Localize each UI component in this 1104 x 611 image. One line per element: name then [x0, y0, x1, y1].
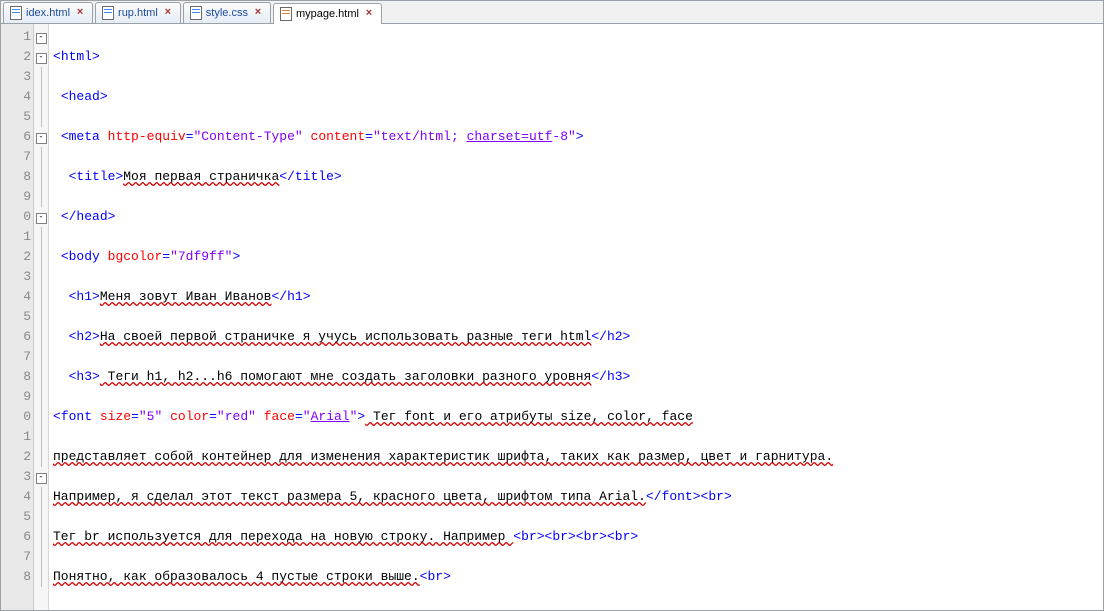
tab-label: rup.html [118, 7, 158, 19]
tab-label: mypage.html [296, 8, 359, 20]
line-number: 1 [1, 27, 31, 47]
code-line: </head> [53, 207, 1103, 227]
tab-label: idex.html [26, 7, 70, 19]
code-area[interactable]: <html> <head> <meta http-equiv="Content-… [49, 24, 1103, 610]
line-number: 2 [1, 47, 31, 67]
code-line: <html> [53, 47, 1103, 67]
tab-bar: idex.html × rup.html × style.css × mypag… [1, 1, 1103, 24]
tab-idex[interactable]: idex.html × [3, 2, 93, 23]
fold-toggle-icon[interactable]: - [36, 53, 47, 64]
fold-toggle-icon[interactable]: - [36, 33, 47, 44]
code-line: Понятно, как образовалось 4 пустые строк… [53, 567, 1103, 587]
tab-mypage[interactable]: mypage.html × [273, 3, 382, 24]
tab-label: style.css [206, 7, 248, 19]
tab-style[interactable]: style.css × [183, 2, 271, 23]
fold-toggle-icon[interactable]: - [36, 473, 47, 484]
code-line: Например, я сделал этот текст размера 5,… [53, 487, 1103, 507]
line-number: 8 [1, 567, 31, 587]
line-number: 4 [1, 287, 31, 307]
line-number: 7 [1, 547, 31, 567]
code-line: <font size="4" color="green" face="Times… [53, 607, 1103, 610]
file-icon [102, 6, 114, 20]
code-line: <head> [53, 87, 1103, 107]
close-icon[interactable]: × [74, 7, 86, 19]
code-line: <h2>На своей первой страничке я учусь ис… [53, 327, 1103, 347]
line-number: 0 [1, 207, 31, 227]
line-number: 6 [1, 127, 31, 147]
code-line: Тег br используется для перехода на нову… [53, 527, 1103, 547]
code-line: <title>Моя первая страничка</title> [53, 167, 1103, 187]
line-number: 9 [1, 187, 31, 207]
line-number: 1 [1, 227, 31, 247]
code-line: <meta http-equiv="Content-Type" content=… [53, 127, 1103, 147]
line-number: 7 [1, 347, 31, 367]
close-icon[interactable]: × [162, 7, 174, 19]
line-number-gutter: 1234567890123456789012345678 [1, 24, 34, 610]
code-line: <body bgcolor="7df9ff"> [53, 247, 1103, 267]
code-line: <h1>Меня зовут Иван Иванов</h1> [53, 287, 1103, 307]
line-number: 3 [1, 467, 31, 487]
file-icon [10, 6, 22, 20]
line-number: 9 [1, 387, 31, 407]
code-line: <h3> Теги h1, h2...h6 помогают мне созда… [53, 367, 1103, 387]
line-number: 5 [1, 107, 31, 127]
line-number: 2 [1, 247, 31, 267]
code-line: <font size="5" color="red" face="Arial">… [53, 407, 1103, 427]
line-number: 6 [1, 527, 31, 547]
tab-rup[interactable]: rup.html × [95, 2, 181, 23]
close-icon[interactable]: × [363, 8, 375, 20]
editor-window: idex.html × rup.html × style.css × mypag… [0, 0, 1104, 611]
line-number: 3 [1, 267, 31, 287]
line-number: 2 [1, 447, 31, 467]
line-number: 0 [1, 407, 31, 427]
line-number: 4 [1, 487, 31, 507]
line-number: 4 [1, 87, 31, 107]
line-number: 8 [1, 167, 31, 187]
line-number: 5 [1, 507, 31, 527]
close-icon[interactable]: × [252, 7, 264, 19]
line-number: 7 [1, 147, 31, 167]
file-icon [190, 6, 202, 20]
fold-toggle-icon[interactable]: - [36, 133, 47, 144]
file-icon [280, 7, 292, 21]
editor-pane: 1234567890123456789012345678 ----- <html… [1, 24, 1103, 610]
line-number: 5 [1, 307, 31, 327]
line-number: 3 [1, 67, 31, 87]
line-number: 8 [1, 367, 31, 387]
line-number: 1 [1, 427, 31, 447]
fold-toggle-icon[interactable]: - [36, 213, 47, 224]
line-number: 6 [1, 327, 31, 347]
code-line: представляет собой контейнер для изменен… [53, 447, 1103, 467]
fold-column: - - - - - [34, 24, 49, 610]
